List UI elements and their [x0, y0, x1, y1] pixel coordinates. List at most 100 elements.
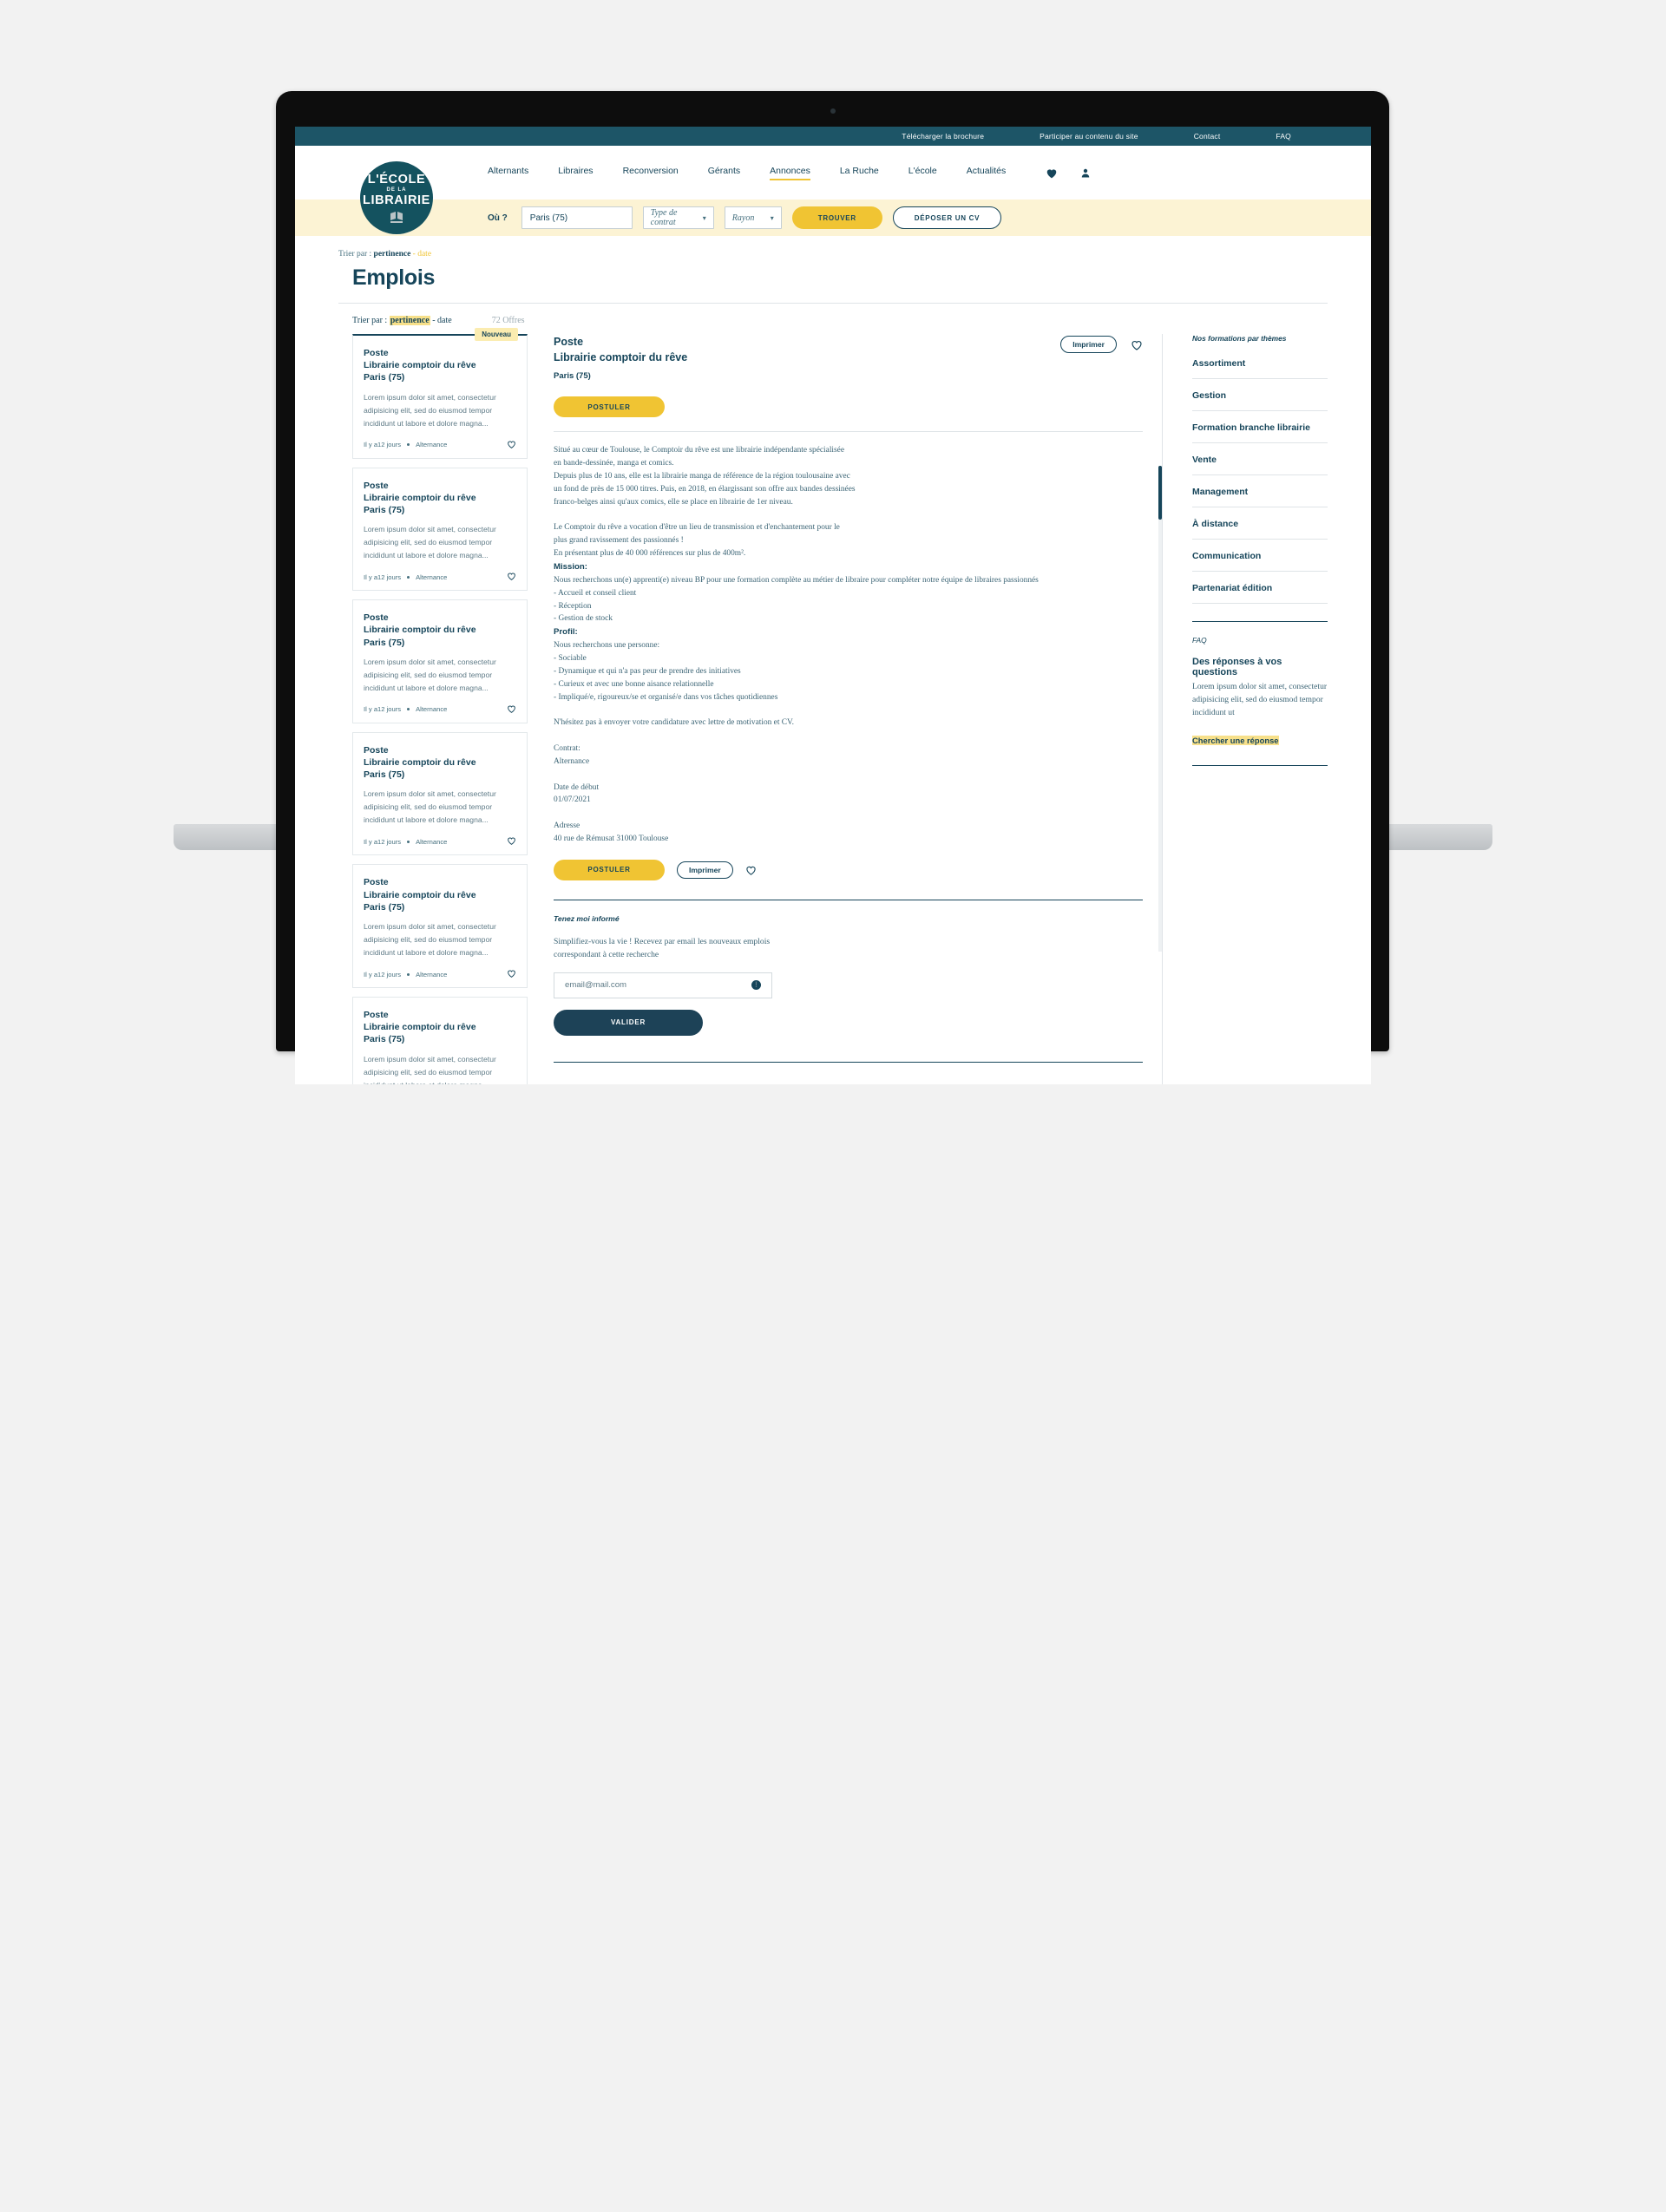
detail-divider [554, 431, 1143, 433]
job-card[interactable]: Nouveau Poste Librairie comptoir du rêve… [352, 328, 528, 459]
sidebar-item-assortiment[interactable]: Assortiment [1192, 358, 1328, 379]
radius-select[interactable]: Rayon ▾ [724, 206, 782, 229]
radius-value: Rayon [731, 213, 755, 223]
search-location-input[interactable] [521, 206, 633, 229]
job-card-excerpt: Lorem ipsum dolor sit amet, consectetur … [364, 1054, 496, 1084]
apply-button[interactable]: POSTULER [554, 396, 665, 418]
job-alert-email-field[interactable]: email@mail.com ! [554, 972, 772, 998]
job-card-excerpt: Lorem ipsum dolor sit amet, consectetur … [364, 525, 496, 560]
ghost-sort-suffix: - date [410, 250, 432, 259]
screenshot-root: Télécharger la brochure Participer au co… [0, 0, 1666, 2212]
job-alert-text: Simplifiez-vous la vie ! Recevez par ema… [554, 936, 771, 960]
nav-item-alternants[interactable]: Alternants [488, 166, 528, 180]
job-card-age: Il y a12 jours [364, 705, 402, 714]
site-header: L'ÉCOLE DE LA LIBRAIRIE Alternants Libra… [295, 146, 1371, 234]
nav-item-lecole[interactable]: L'école [908, 166, 937, 180]
mission-body: Nous recherchons un(e) apprenti(e) nivea… [554, 575, 1039, 624]
page-body: Trier par : pertinence - date Emplois Tr… [295, 236, 1371, 1084]
topbar-link-brochure[interactable]: Télécharger la brochure [902, 132, 984, 141]
job-card[interactable]: Poste Librairie comptoir du rêve Paris (… [352, 864, 528, 989]
job-card-location: Paris (75) [364, 901, 405, 913]
topbar-link-contact[interactable]: Contact [1194, 132, 1221, 141]
topbar-link-participer[interactable]: Participer au contenu du site [1040, 132, 1138, 141]
job-search-bar: Où ? Type de contrat ▾ Rayon ▾ TROUVER D… [295, 200, 1371, 236]
sidebar-item-partenariat-edition[interactable]: Partenariat édition [1192, 583, 1328, 604]
job-alert-block: Tenez moi informé Simplifiez-vous la vie… [554, 914, 1143, 1036]
job-card[interactable]: Poste Librairie comptoir du rêve Paris (… [352, 997, 528, 1084]
job-card[interactable]: Poste Librairie comptoir du rêve Paris (… [352, 467, 528, 592]
job-card-location: Paris (75) [364, 637, 405, 648]
job-card-excerpt: Lorem ipsum dolor sit amet, consectetur … [364, 657, 496, 692]
job-card-age: Il y a12 jours [364, 573, 402, 581]
page-title: Emplois [352, 265, 436, 290]
job-card-type: Alternance [416, 837, 448, 846]
favorite-heart-icon[interactable] [745, 865, 757, 875]
faq-title: Des réponses à vos questions [1192, 657, 1282, 677]
job-alert-kicker: Tenez moi informé [554, 913, 620, 923]
topbar-link-faq[interactable]: FAQ [1276, 132, 1291, 141]
sort-option-date[interactable]: - date [430, 316, 452, 325]
favorite-heart-icon[interactable] [507, 836, 516, 847]
job-card-company: Librairie comptoir du rêve [364, 889, 476, 900]
job-card[interactable]: Poste Librairie comptoir du rêve Paris (… [352, 731, 528, 856]
profil-heading: Profil: [554, 627, 578, 638]
favorite-heart-icon[interactable] [507, 440, 516, 450]
print-button[interactable]: Imprimer [1060, 336, 1117, 353]
job-list-column: Nouveau Poste Librairie comptoir du rêve… [338, 328, 528, 1084]
nav-item-annonces[interactable]: Annonces [770, 166, 810, 180]
separator-dot-icon [407, 972, 410, 976]
nav-item-libraires[interactable]: Libraires [558, 166, 593, 180]
print-button-bottom[interactable]: Imprimer [677, 861, 733, 879]
favorite-heart-icon[interactable] [507, 704, 516, 715]
sort-control[interactable]: Trier par : pertinence - date [352, 316, 452, 325]
job-card-type: Alternance [416, 970, 448, 978]
job-detail-location: Paris (75) [554, 371, 591, 382]
search-submit-button[interactable]: TROUVER [791, 206, 882, 229]
favorite-heart-icon[interactable] [507, 969, 516, 979]
job-detail-title-line1: Poste [554, 336, 584, 348]
sidebar-item-vente[interactable]: Vente [1192, 455, 1328, 475]
faq-search-link[interactable]: Chercher une réponse [1192, 735, 1279, 745]
job-card-age: Il y a12 jours [364, 837, 402, 846]
ghost-sort-bold: pertinence [373, 250, 411, 259]
chevron-down-icon: ▾ [770, 213, 774, 222]
new-badge: Nouveau [475, 328, 518, 341]
job-detail-actions: Imprimer [1060, 334, 1143, 353]
job-card[interactable]: Poste Librairie comptoir du rêve Paris (… [352, 599, 528, 723]
sidebar-item-a-distance[interactable]: À distance [1192, 519, 1328, 540]
favorite-heart-icon[interactable] [1131, 339, 1143, 350]
job-detail-header: Poste Librairie comptoir du rêve Paris (7… [554, 334, 1143, 381]
sidebar-bottom-divider [1192, 764, 1328, 766]
detail-scrollbar[interactable] [1158, 466, 1162, 952]
job-description: Situé au cœur de Toulouse, le Comptoir d… [554, 444, 1143, 846]
job-alert-submit-button[interactable]: VALIDER [554, 1009, 703, 1036]
mission-heading: Mission: [554, 561, 587, 572]
scrollbar-thumb[interactable] [1158, 466, 1162, 520]
nav-item-actualites[interactable]: Actualités [967, 166, 1007, 180]
sidebar-item-management[interactable]: Management [1192, 487, 1328, 507]
nav-item-la-ruche[interactable]: La Ruche [840, 166, 879, 180]
site-logo[interactable]: L'ÉCOLE DE LA LIBRAIRIE [360, 161, 433, 234]
job-detail-column: Poste Librairie comptoir du rêve Paris (7… [528, 334, 1163, 1084]
nav-item-reconversion[interactable]: Reconversion [623, 166, 679, 180]
apply-button-bottom[interactable]: POSTULER [554, 859, 665, 880]
heart-icon[interactable] [1046, 167, 1058, 179]
separator-dot-icon [407, 443, 410, 447]
job-card-location: Paris (75) [364, 504, 405, 515]
sort-prefix: Trier par : [352, 316, 390, 325]
job-card-title: Poste [364, 348, 389, 358]
sidebar-item-formation-branche-librairie[interactable]: Formation branche librairie [1192, 422, 1328, 443]
user-icon[interactable] [1080, 167, 1091, 179]
logo-line-2: DE LA [386, 187, 407, 193]
sidebar-item-gestion[interactable]: Gestion [1192, 390, 1328, 411]
contract-type-select[interactable]: Type de contrat ▾ [642, 206, 714, 229]
deposit-cv-button[interactable]: DÉPOSER UN CV [892, 206, 1002, 229]
job-alert-email-placeholder: email@mail.com [565, 980, 627, 991]
logo-line-1: L'ÉCOLE [367, 172, 426, 187]
sort-option-pertinence[interactable]: pertinence [389, 316, 430, 325]
job-description-intro: Situé au cœur de Toulouse, le Comptoir d… [554, 446, 856, 559]
nav-item-gerants[interactable]: Gérants [708, 166, 740, 180]
sidebar-item-communication[interactable]: Communication [1192, 551, 1328, 572]
content-columns: Nouveau Poste Librairie comptoir du rêve… [338, 328, 1328, 1084]
favorite-heart-icon[interactable] [507, 572, 516, 582]
